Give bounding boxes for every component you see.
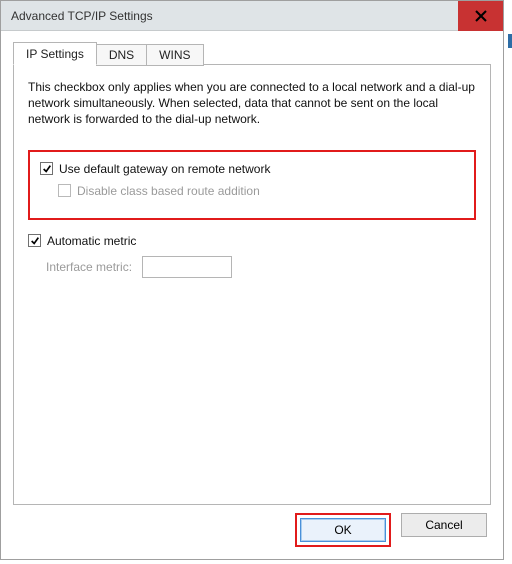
tab-ip-settings[interactable]: IP Settings — [13, 42, 97, 65]
button-label: Cancel — [425, 518, 462, 532]
label-disable-class-route: Disable class based route addition — [77, 184, 260, 198]
row-use-default-gateway: Use default gateway on remote network — [40, 162, 464, 176]
checkbox-disable-class-route — [58, 184, 71, 197]
gateway-highlight-box: Use default gateway on remote network Di… — [28, 150, 476, 220]
label-automatic-metric: Automatic metric — [47, 234, 136, 248]
label-use-default-gateway: Use default gateway on remote network — [59, 162, 270, 176]
checkbox-automatic-metric[interactable] — [28, 234, 41, 247]
window-title: Advanced TCP/IP Settings — [1, 9, 153, 23]
explanation-text: This checkbox only applies when you are … — [28, 79, 476, 128]
tab-label: DNS — [109, 48, 134, 62]
dialog-button-row: OK Cancel — [13, 513, 491, 549]
cancel-button[interactable]: Cancel — [401, 513, 487, 537]
tab-wins[interactable]: WINS — [146, 44, 203, 66]
row-interface-metric: Interface metric: — [46, 256, 476, 278]
dialog-window: Advanced TCP/IP Settings IP Settings DNS… — [0, 0, 504, 560]
titlebar: Advanced TCP/IP Settings — [1, 1, 503, 31]
check-icon — [30, 236, 40, 246]
label-interface-metric: Interface metric: — [46, 260, 132, 274]
client-area: IP Settings DNS WINS This checkbox only … — [1, 31, 503, 559]
check-icon — [42, 164, 52, 174]
close-icon — [475, 10, 487, 22]
tab-label: WINS — [159, 48, 190, 62]
tab-dns[interactable]: DNS — [96, 44, 147, 66]
row-automatic-metric: Automatic metric — [28, 234, 476, 248]
background-window-edge — [508, 34, 512, 48]
tab-panel-ip-settings: This checkbox only applies when you are … — [13, 64, 491, 505]
background-sliver — [506, 0, 512, 564]
tab-strip: IP Settings DNS WINS — [13, 41, 491, 65]
close-button[interactable] — [458, 1, 503, 31]
ok-highlight-box: OK — [295, 513, 391, 547]
tab-label: IP Settings — [26, 47, 84, 61]
button-label: OK — [334, 523, 351, 537]
row-disable-class-route: Disable class based route addition — [58, 184, 464, 198]
ok-button[interactable]: OK — [300, 518, 386, 542]
input-interface-metric — [142, 256, 232, 278]
checkbox-use-default-gateway[interactable] — [40, 162, 53, 175]
